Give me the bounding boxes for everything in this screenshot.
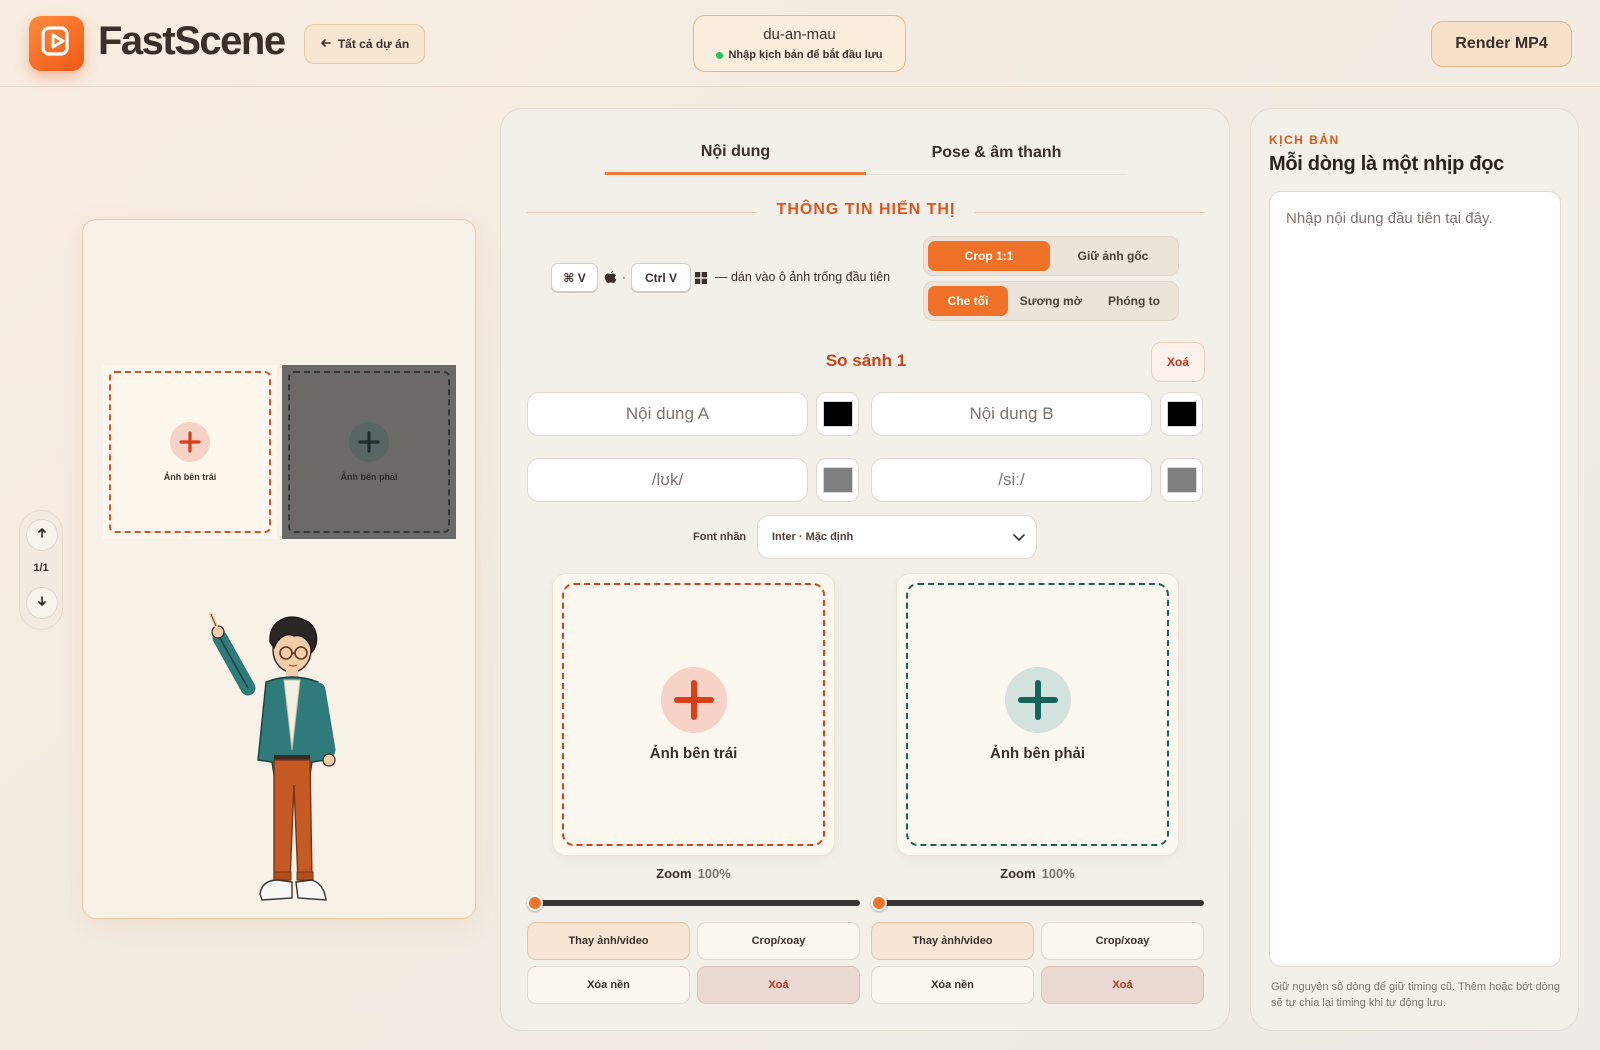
right-zoom-readout: Zoom 100%	[871, 866, 1204, 881]
slide-counter: 1/1	[33, 562, 49, 574]
windows-icon	[695, 271, 707, 289]
app-logo[interactable]	[29, 16, 84, 71]
project-indicator[interactable]: du-an-mau Nhập kịch bản để bắt đầu lưu	[693, 15, 906, 72]
editor-tabs: Nội dung Pose & âm thanh	[605, 131, 1127, 175]
crop-mode-toggle: Crop 1:1 Giữ ảnh gốc	[923, 236, 1179, 276]
content-editor: Nội dung Pose & âm thanh THÔNG TIN HIỂN …	[500, 108, 1230, 1031]
right-remove-bg-button[interactable]: Xóa nền	[871, 966, 1034, 1004]
script-note: Giữ nguyên số dòng để giữ timing cũ. Thê…	[1271, 981, 1560, 1009]
shortcut-win-key: Ctrl V	[631, 263, 691, 292]
arrow-left-icon	[320, 37, 332, 52]
character-illustration	[208, 610, 358, 915]
right-image-dropzone[interactable]: Ảnh bên phải	[896, 573, 1179, 856]
darken-option[interactable]: Che tối	[928, 286, 1009, 316]
save-status: Nhập kịch bản để bắt đầu lưu	[694, 49, 905, 61]
background-mode-toggle: Che tối Sương mờ Phóng to	[923, 281, 1179, 321]
right-crop-rotate-button[interactable]: Crop/xoay	[1041, 922, 1204, 960]
phonetic-b-input[interactable]: /siː/	[871, 458, 1152, 502]
scene-preview: Ảnh bên trái Ảnh bên phải	[82, 219, 476, 919]
plus-icon	[1004, 667, 1071, 733]
zoom-value: 100%	[697, 866, 731, 881]
keep-original-option[interactable]: Giữ ảnh gốc	[1052, 241, 1174, 271]
content-b-color-picker[interactable]	[1160, 392, 1203, 436]
play-icon	[40, 24, 74, 63]
content-a-color-picker[interactable]	[816, 392, 859, 436]
script-textarea[interactable]: Nhập nội dung đầu tiên tại đây.	[1269, 191, 1561, 967]
color-swatch	[822, 467, 853, 493]
left-dropzone-label: Ảnh bên trái	[649, 745, 738, 762]
plus-icon	[349, 422, 389, 462]
left-remove-bg-button[interactable]: Xóa nền	[527, 966, 690, 1004]
right-replace-media-button[interactable]: Thay ảnh/video	[871, 922, 1034, 960]
tab-content[interactable]: Nội dung	[605, 131, 866, 175]
script-kicker: KỊCH BẢN	[1269, 133, 1340, 147]
plus-icon	[170, 422, 210, 462]
comparison-title: So sánh 1	[825, 351, 907, 370]
brand-name: FastScene	[98, 19, 286, 63]
right-zoom-slider[interactable]	[871, 895, 1204, 911]
right-dropzone-border: Ảnh bên phải	[906, 583, 1169, 846]
color-swatch	[1166, 467, 1197, 493]
slider-thumb[interactable]	[527, 895, 543, 911]
render-mp4-button[interactable]: Render MP4	[1431, 21, 1572, 67]
right-dropzone-label: Ảnh bên phải	[990, 745, 1085, 762]
status-dot-icon	[716, 51, 724, 59]
preview-right-label: Ảnh bên phải	[340, 472, 398, 482]
left-replace-media-button[interactable]: Thay ảnh/video	[527, 922, 690, 960]
preview-right-slot[interactable]: Ảnh bên phải	[282, 365, 456, 539]
zoom-fill-option[interactable]: Phóng to	[1094, 286, 1174, 316]
arrow-up-icon	[36, 526, 48, 544]
shortcut-mac-key: ⌘ V	[551, 263, 598, 292]
all-projects-label: Tất cả dự án	[337, 37, 410, 51]
zoom-label: Zoom	[656, 866, 692, 881]
section-title-text: THÔNG TIN HIỂN THỊ	[760, 201, 972, 218]
preview-left-label: Ảnh bên trái	[163, 472, 217, 482]
section-title: THÔNG TIN HIỂN THỊ	[501, 201, 1231, 219]
project-name: du-an-mau	[763, 26, 836, 43]
right-delete-button[interactable]: Xoá	[1041, 966, 1204, 1004]
shortcut-separator: ·	[622, 270, 626, 284]
plus-icon	[660, 667, 727, 733]
color-swatch	[822, 401, 853, 427]
phonetic-a-input[interactable]: /lʊk/	[527, 458, 808, 502]
font-select[interactable]: Inter · Mặc định	[757, 515, 1037, 559]
phonetic-b-color-picker[interactable]	[1160, 458, 1203, 502]
content-b-input[interactable]: Nội dung B	[871, 392, 1152, 436]
delete-comparison-button[interactable]: Xoá	[1151, 342, 1205, 382]
preview-left-slot[interactable]: Ảnh bên trái	[103, 365, 277, 539]
left-zoom-slider[interactable]	[527, 895, 860, 911]
zoom-label: Zoom	[1000, 866, 1036, 881]
apple-icon	[604, 269, 617, 289]
paste-hint-text: — dán vào ô ảnh trống đầu tiên	[715, 270, 891, 284]
zoom-value: 100%	[1041, 866, 1075, 881]
font-label: Font nhãn	[693, 531, 747, 543]
left-dropzone-border: Ảnh bên trái	[562, 583, 825, 846]
content-a-input[interactable]: Nội dung A	[527, 392, 808, 436]
arrow-down-icon	[36, 594, 48, 612]
slide-navigator: 1/1	[19, 510, 63, 630]
chevron-down-icon	[1012, 530, 1026, 547]
blur-option[interactable]: Sương mờ	[1010, 286, 1092, 316]
left-zoom-readout: Zoom 100%	[527, 866, 860, 881]
script-title: Mỗi dòng là một nhịp đọc	[1269, 153, 1504, 175]
all-projects-button[interactable]: Tất cả dự án	[304, 24, 425, 64]
phonetic-a-color-picker[interactable]	[816, 458, 859, 502]
script-panel: KỊCH BẢN Mỗi dòng là một nhịp đọc Nhập n…	[1250, 108, 1579, 1031]
slider-thumb[interactable]	[871, 895, 887, 911]
next-slide-button[interactable]	[26, 587, 58, 619]
left-crop-rotate-button[interactable]: Crop/xoay	[697, 922, 860, 960]
top-bar: FastScene Tất cả dự án du-an-mau Nhập kị…	[0, 0, 1600, 87]
color-swatch	[1166, 401, 1197, 427]
left-delete-button[interactable]: Xoá	[697, 966, 860, 1004]
previous-slide-button[interactable]	[26, 519, 58, 551]
font-select-value: Inter · Mặc định	[772, 531, 854, 543]
tab-pose-audio[interactable]: Pose & âm thanh	[866, 131, 1127, 175]
crop-1-1-option[interactable]: Crop 1:1	[928, 241, 1050, 271]
save-status-text: Nhập kịch bản để bắt đầu lưu	[728, 49, 883, 61]
left-image-dropzone[interactable]: Ảnh bên trái	[552, 573, 835, 856]
